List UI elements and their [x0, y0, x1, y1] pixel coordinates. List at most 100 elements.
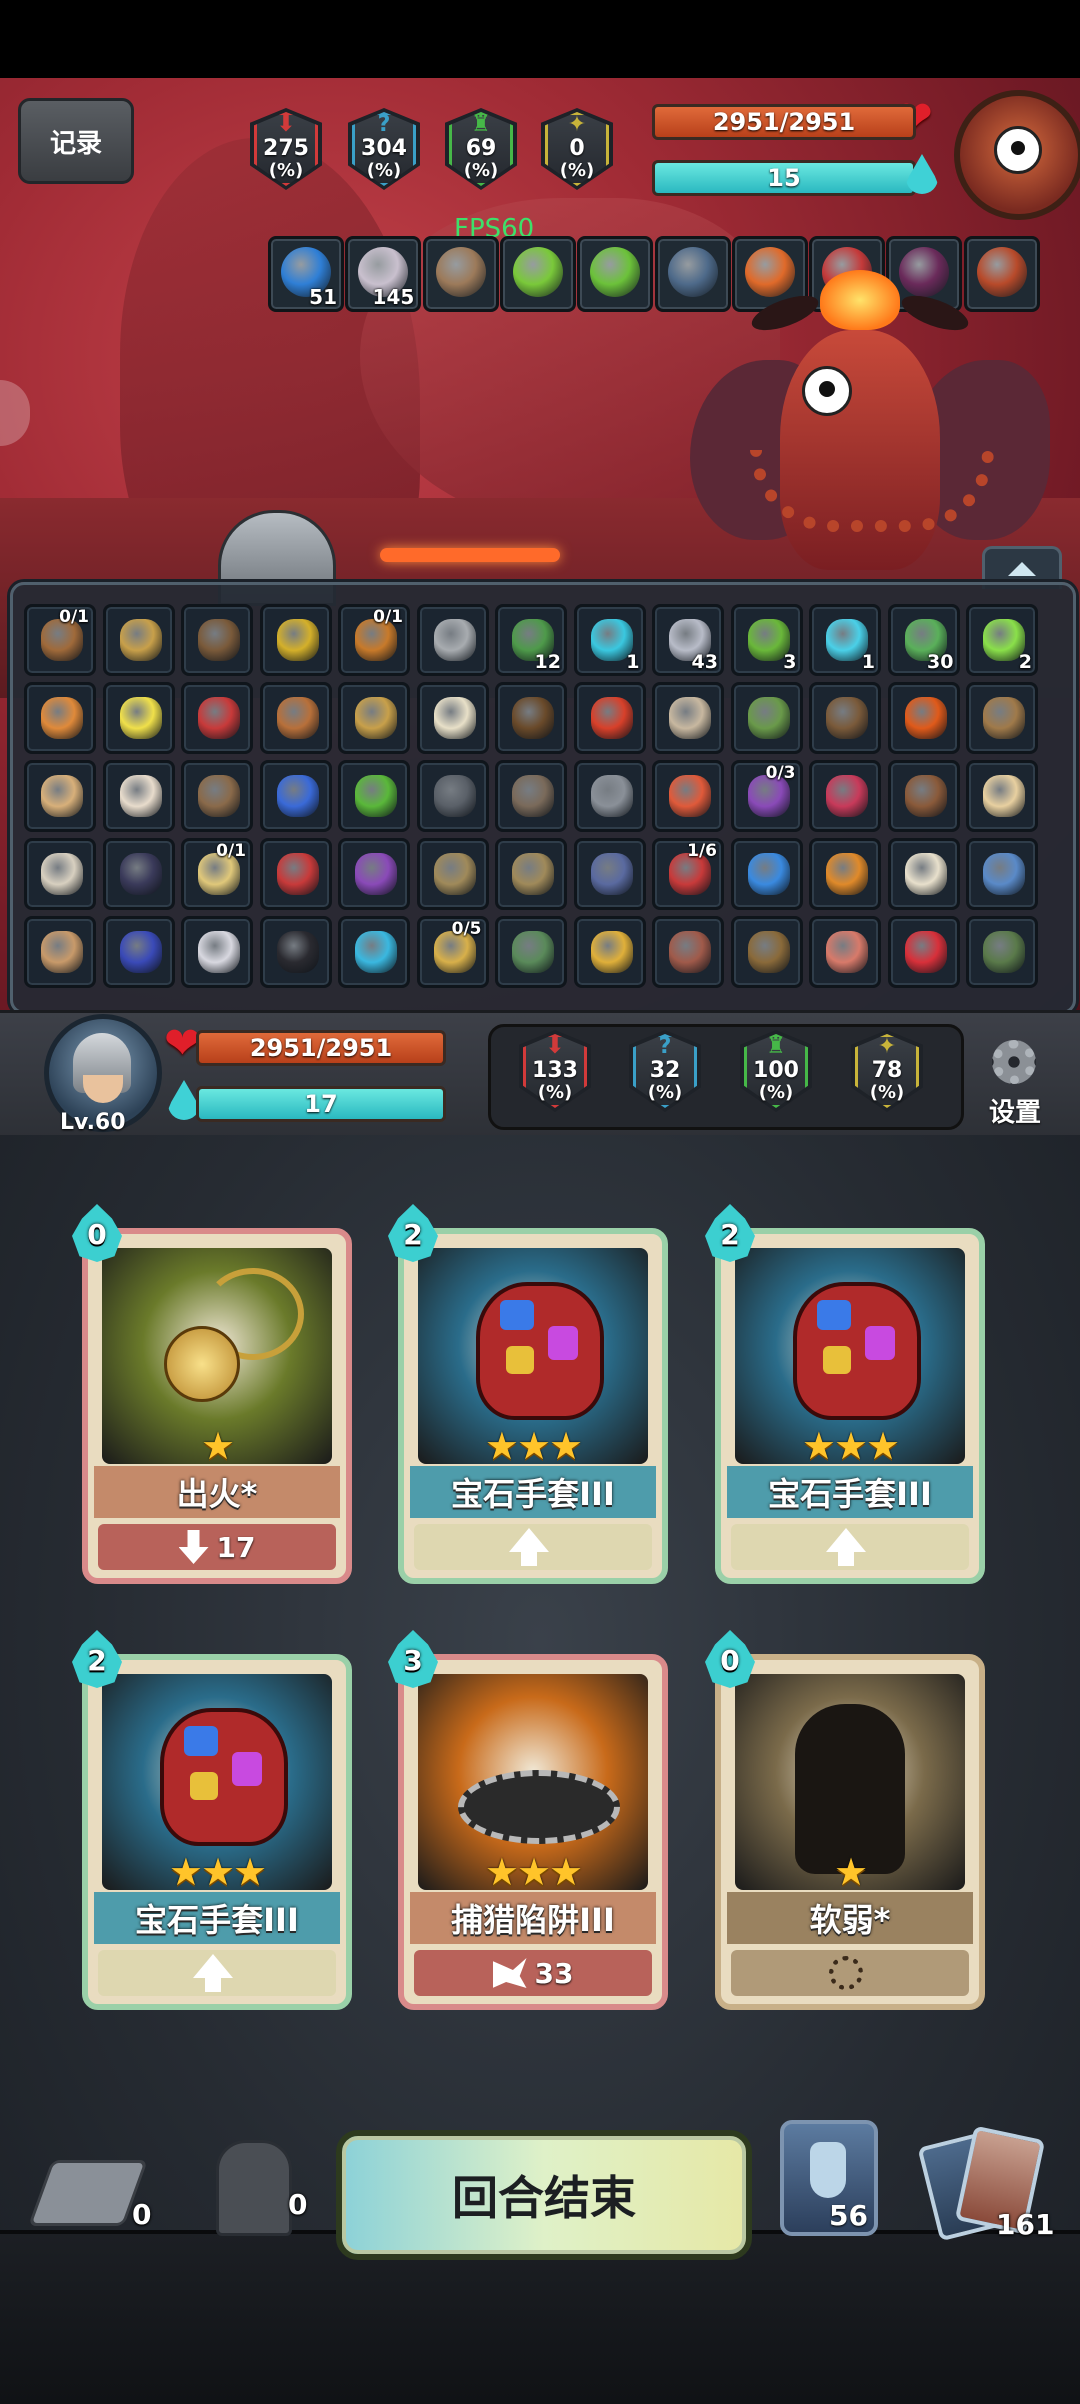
relic-slot[interactable]: [730, 682, 803, 754]
relic-slot[interactable]: [652, 760, 724, 832]
relic-slot[interactable]: [259, 760, 332, 832]
relic-slot[interactable]: [416, 682, 489, 754]
skill-card[interactable]: ★★★ 宝石手套III: [82, 1654, 352, 2010]
log-button[interactable]: 记录: [18, 98, 134, 184]
enemy-portrait[interactable]: [954, 90, 1080, 220]
relic-slot[interactable]: [495, 838, 567, 910]
relic-slot[interactable]: [259, 838, 332, 910]
relic-count: 3: [783, 651, 797, 673]
buff-slot[interactable]: 145: [345, 236, 422, 312]
relic-slot[interactable]: 2: [966, 604, 1038, 676]
relic-slot[interactable]: [102, 760, 175, 832]
relic-slot[interactable]: [24, 838, 96, 910]
end-turn-button[interactable]: 回合结束: [336, 2130, 752, 2260]
relic-slot[interactable]: [966, 916, 1038, 988]
relic-slot[interactable]: 30: [887, 604, 960, 676]
relic-slot[interactable]: [24, 916, 96, 988]
stat-badge[interactable]: ⬇ 275 (%): [250, 108, 322, 190]
relic-slot[interactable]: [887, 760, 960, 832]
relic-slot[interactable]: [181, 916, 253, 988]
buff-slot[interactable]: 51: [268, 236, 344, 312]
relic-slot[interactable]: 1: [573, 604, 646, 676]
relic-slot[interactable]: 0/3: [730, 760, 803, 832]
relic-slot[interactable]: 1: [809, 604, 881, 676]
skill-card[interactable]: ★★★ 捕猎陷阱III 33: [398, 1654, 668, 2010]
buff-slot[interactable]: [577, 236, 654, 312]
relic-slot[interactable]: [573, 682, 646, 754]
boss-monster[interactable]: [690, 270, 1050, 570]
relic-slot[interactable]: [416, 604, 489, 676]
relic-slot[interactable]: [887, 682, 960, 754]
skill-card[interactable]: ★★★ 宝石手套III: [398, 1228, 668, 1584]
skill-card[interactable]: ★ 软弱*: [715, 1654, 985, 2010]
relic-slot[interactable]: [24, 682, 96, 754]
relic-slot[interactable]: [809, 916, 881, 988]
stat-badge[interactable]: ✦ 78 (%): [851, 1030, 923, 1112]
relic-slot[interactable]: [338, 916, 410, 988]
relic-slot[interactable]: 0/1: [338, 604, 410, 676]
relic-slot[interactable]: [338, 682, 410, 754]
relic-slot[interactable]: [495, 916, 567, 988]
relic-slot[interactable]: 0/1: [24, 604, 96, 676]
relic-slot[interactable]: [652, 916, 724, 988]
card-stack-icon: [27, 2160, 149, 2226]
relic-slot[interactable]: [259, 916, 332, 988]
relic-slot[interactable]: [966, 682, 1038, 754]
relic-slot[interactable]: [730, 838, 803, 910]
stat-badge[interactable]: ? 304 (%): [348, 108, 420, 190]
relic-slot[interactable]: [24, 760, 96, 832]
relic-count: 1: [626, 651, 640, 673]
buff-slot[interactable]: [422, 236, 499, 312]
relic-slot[interactable]: 43: [652, 604, 724, 676]
relic-slot[interactable]: 1/6: [652, 838, 724, 910]
stat-badge[interactable]: ? 32 (%): [629, 1030, 701, 1112]
stat-unit: (%): [647, 1082, 683, 1103]
relic-slot[interactable]: [181, 760, 253, 832]
stat-badge[interactable]: ♜ 69 (%): [445, 108, 517, 190]
relic-slot[interactable]: [495, 682, 567, 754]
relic-slot[interactable]: [966, 760, 1038, 832]
relic-slot[interactable]: [338, 838, 410, 910]
relic-slot[interactable]: [416, 838, 489, 910]
relic-slot[interactable]: [887, 916, 960, 988]
relic-slot[interactable]: [809, 760, 881, 832]
relic-slot[interactable]: [966, 838, 1038, 910]
relic-slot[interactable]: [652, 682, 724, 754]
card-name: 宝石手套III: [410, 1466, 656, 1518]
discard-pile[interactable]: 0: [27, 2150, 151, 2240]
skill-card[interactable]: ★ 出火* 17: [82, 1228, 352, 1584]
relic-slot[interactable]: [181, 604, 253, 676]
potion-bag-icon: [983, 775, 1025, 817]
relic-slot[interactable]: [573, 838, 646, 910]
relic-slot[interactable]: [259, 682, 332, 754]
potion-pile[interactable]: 56: [780, 2120, 878, 2236]
relic-slot[interactable]: [730, 916, 803, 988]
relic-slot[interactable]: 3: [730, 604, 803, 676]
relic-slot[interactable]: [102, 682, 175, 754]
relic-slot[interactable]: [573, 916, 646, 988]
skill-card[interactable]: ★★★ 宝石手套III: [715, 1228, 985, 1584]
relic-slot[interactable]: [102, 604, 175, 676]
relic-slot[interactable]: [338, 760, 410, 832]
relic-slot[interactable]: [809, 682, 881, 754]
relic-slot[interactable]: [102, 838, 175, 910]
buff-slot[interactable]: [499, 236, 576, 312]
stat-badge[interactable]: ⬇ 133 (%): [519, 1030, 591, 1112]
exhaust-pile[interactable]: 0: [196, 2130, 316, 2240]
relic-slot[interactable]: [573, 760, 646, 832]
draw-pile[interactable]: 161: [917, 2125, 1064, 2242]
relic-slot[interactable]: 12: [495, 604, 567, 676]
stat-badge[interactable]: ✦ 0 (%): [541, 108, 613, 190]
relic-slot[interactable]: [416, 760, 489, 832]
relic-slot[interactable]: [259, 604, 332, 676]
relic-slot[interactable]: 0/5: [416, 916, 489, 988]
relic-slot[interactable]: [181, 682, 253, 754]
relic-slot[interactable]: [887, 838, 960, 910]
relic-slot[interactable]: [809, 838, 881, 910]
relic-slot[interactable]: [102, 916, 175, 988]
card-cost-value: 3: [403, 1644, 423, 1677]
relic-slot[interactable]: 0/1: [181, 838, 253, 910]
relic-slot[interactable]: [495, 760, 567, 832]
stat-badge[interactable]: ♜ 100 (%): [740, 1030, 812, 1112]
settings-button[interactable]: 设置: [978, 1040, 1048, 1128]
